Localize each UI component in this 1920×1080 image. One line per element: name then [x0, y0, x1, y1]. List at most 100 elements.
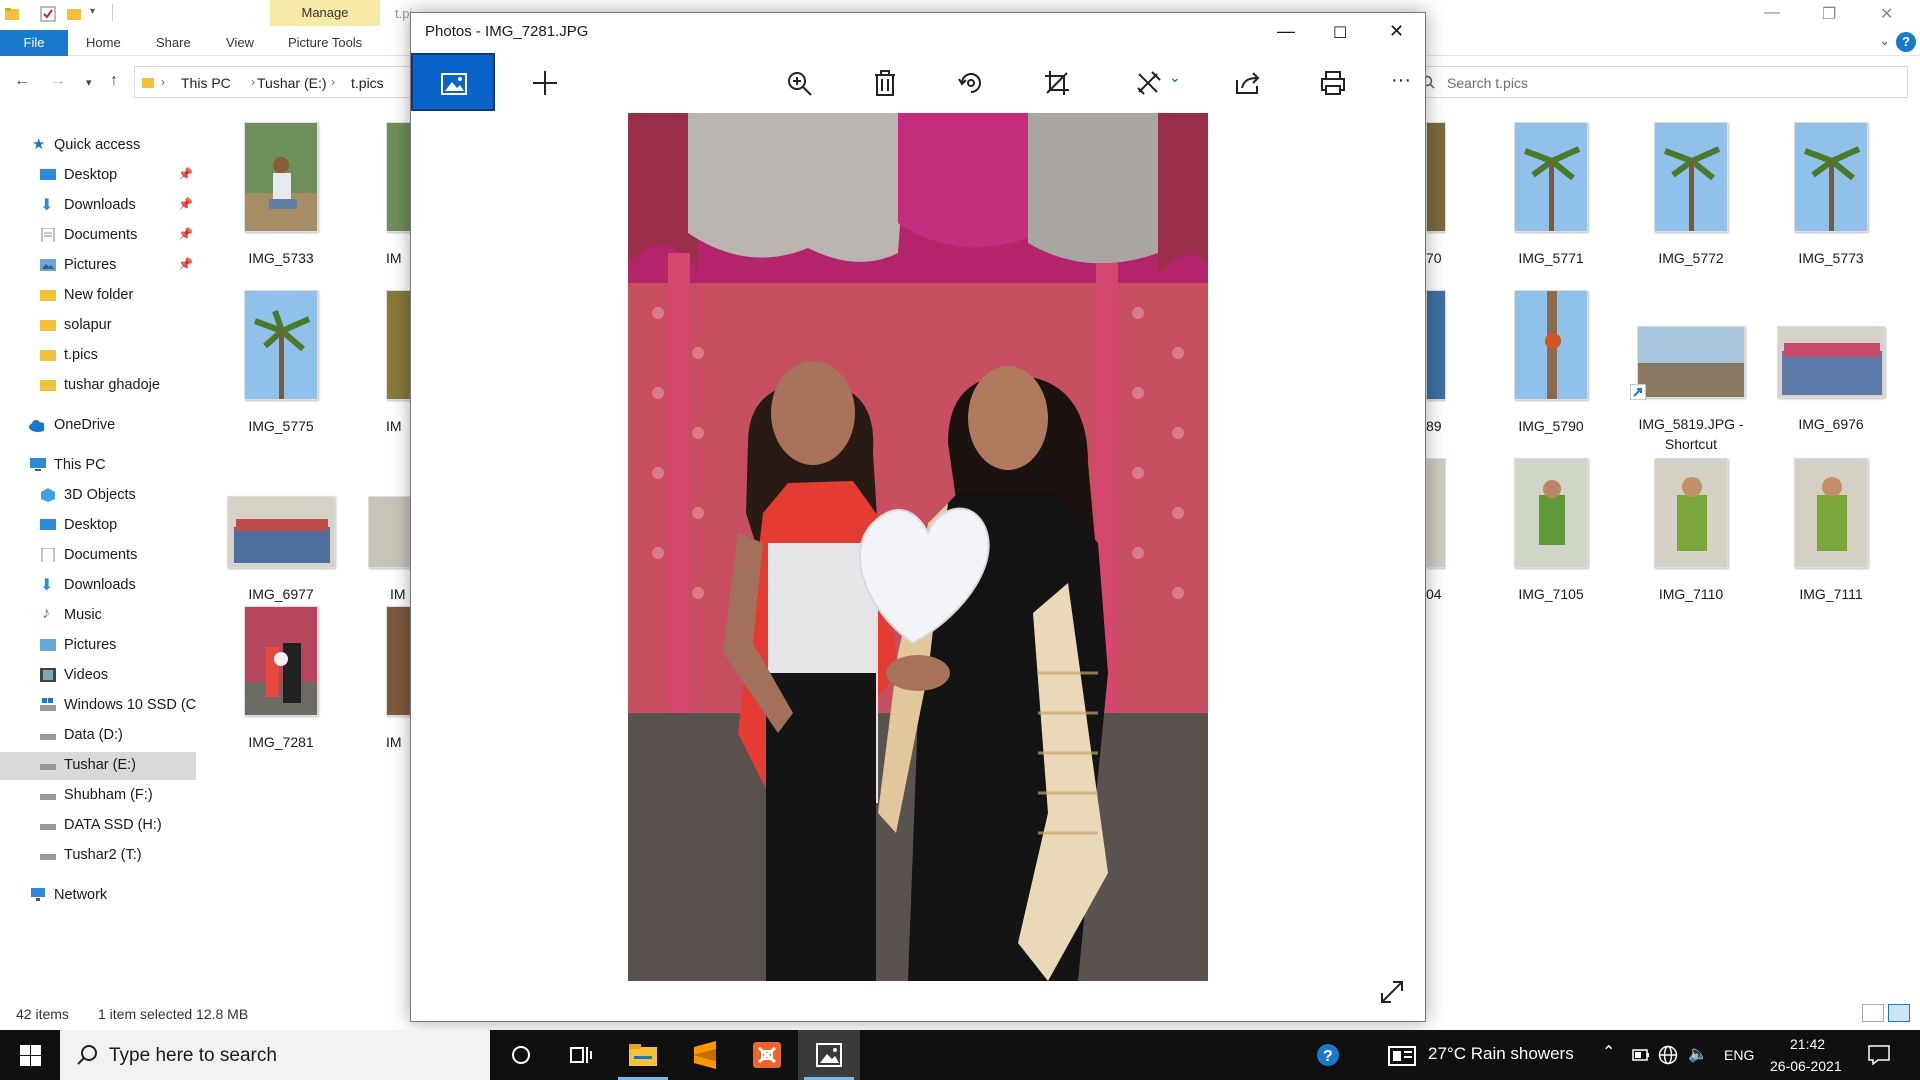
nav-new-folder[interactable]: New folder [0, 282, 196, 310]
zoom-button[interactable] [769, 53, 827, 111]
nav-pc-documents[interactable]: Documents [0, 542, 196, 570]
file-thumbnail-selected[interactable]: IMG_7281 [216, 606, 346, 752]
weather-text[interactable]: 27°C Rain showers [1428, 1044, 1574, 1064]
help-tray-icon[interactable]: ? [1314, 1043, 1344, 1069]
properties-icon[interactable] [40, 6, 56, 22]
clock-time[interactable]: 21:42 [1790, 1036, 1825, 1052]
close-icon[interactable]: ✕ [1389, 21, 1404, 42]
task-view-button[interactable] [550, 1030, 612, 1080]
fullscreen-icon[interactable] [1379, 979, 1405, 1005]
file-thumbnail[interactable]: 70 [1426, 122, 1446, 268]
file-thumbnail[interactable]: IMG_7110 [1626, 458, 1756, 604]
maximize-icon[interactable]: ☐ [1333, 23, 1347, 43]
file-thumbnail[interactable]: IMG_6976 [1766, 290, 1896, 434]
clock-date[interactable]: 26-06-2021 [1770, 1058, 1842, 1074]
forward-arrow-icon[interactable]: → [50, 72, 66, 90]
taskbar-search-box[interactable]: Type here to search [60, 1030, 490, 1080]
nav-t-pics[interactable]: t.pics [0, 342, 196, 370]
nav-drive-e[interactable]: Tushar (E:) [0, 752, 196, 780]
nav-drive-t[interactable]: Tushar2 (T:) [0, 842, 196, 870]
tab-share[interactable]: Share [150, 30, 197, 56]
language-indicator[interactable]: ENG [1724, 1047, 1754, 1063]
large-icons-view-icon[interactable] [1888, 1004, 1910, 1022]
nav-tushar-ghadoje[interactable]: tushar ghadoje [0, 372, 196, 400]
file-thumbnail[interactable]: IMG_5733 [216, 122, 346, 268]
nav-drive-d[interactable]: Data (D:) [0, 722, 196, 750]
nav-drive-h[interactable]: DATA SSD (H:) [0, 812, 196, 840]
rotate-button[interactable] [941, 53, 999, 111]
minimize-icon[interactable]: — [1764, 4, 1780, 22]
tab-file[interactable]: File [0, 30, 68, 56]
see-all-photos-button[interactable] [411, 53, 495, 111]
edit-and-create-button[interactable]: ⌄ [1119, 53, 1195, 111]
tab-picture-tools[interactable]: Picture Tools [282, 30, 368, 56]
print-button[interactable] [1303, 53, 1361, 111]
nav-network[interactable]: Network [0, 882, 196, 910]
crop-button[interactable] [1027, 53, 1085, 111]
chevron-up-icon[interactable]: ⌃ [1602, 1042, 1615, 1062]
file-thumbnail[interactable]: IMG_5819.JPG - Shortcut [1626, 290, 1756, 454]
displayed-photo[interactable] [628, 113, 1208, 981]
file-thumbnail[interactable]: 04 [1426, 458, 1446, 604]
news-interests-icon[interactable] [1388, 1046, 1416, 1066]
nav-pictures[interactable]: Pictures 📌 [0, 252, 196, 280]
close-icon[interactable]: ✕ [1880, 4, 1893, 24]
add-to-button[interactable] [515, 53, 573, 111]
file-thumbnail[interactable]: IMG_5773 [1766, 122, 1896, 268]
nav-downloads[interactable]: ⬇ Downloads 📌 [0, 192, 196, 220]
nav-onedrive[interactable]: OneDrive [0, 412, 196, 440]
file-thumbnail[interactable]: IMG_7105 [1486, 458, 1616, 604]
nav-quick-access[interactable]: ★ Quick access [0, 132, 196, 160]
start-button[interactable] [0, 1030, 60, 1080]
file-thumbnail[interactable]: IMG_5772 [1626, 122, 1756, 268]
battery-icon[interactable] [1632, 1048, 1650, 1062]
nav-documents[interactable]: Documents 📌 [0, 222, 196, 250]
tab-view[interactable]: View [220, 30, 260, 56]
new-folder-icon[interactable] [66, 6, 82, 22]
search-box[interactable]: Search t.pics [1410, 66, 1908, 98]
notifications-icon[interactable] [1868, 1045, 1890, 1065]
nav-desktop[interactable]: Desktop 📌 [0, 162, 196, 190]
help-icon[interactable]: ? [1896, 32, 1916, 52]
context-tab-manage[interactable]: Manage [270, 0, 380, 26]
sublime-text-taskbar-button[interactable] [674, 1030, 736, 1080]
recent-locations-icon[interactable]: ▾ [86, 76, 92, 89]
nav-drive-c[interactable]: Windows 10 SSD (C [0, 692, 196, 720]
volume-icon[interactable]: 🔈 [1688, 1044, 1708, 1064]
nav-pc-desktop[interactable]: Desktop [0, 512, 196, 540]
nav-solapur[interactable]: solapur [0, 312, 196, 340]
globe-network-icon[interactable] [1658, 1045, 1678, 1065]
cortana-button[interactable] [490, 1030, 552, 1080]
breadcrumb-drive[interactable]: Tushar (E:) [257, 75, 327, 91]
file-thumbnail[interactable]: IMG_5790 [1486, 290, 1616, 436]
up-arrow-icon[interactable]: ↑ [110, 72, 118, 90]
nav-videos[interactable]: Videos [0, 662, 196, 690]
file-explorer-taskbar-button[interactable] [612, 1030, 674, 1080]
file-thumbnail[interactable]: IM [368, 496, 416, 604]
nav-this-pc[interactable]: This PC [0, 452, 196, 480]
delete-button[interactable] [855, 53, 913, 111]
chevron-down-icon[interactable]: ⌄ [1879, 33, 1890, 49]
see-more-button[interactable]: ··· [1375, 53, 1423, 111]
nav-3d-objects[interactable]: 3D Objects [0, 482, 196, 510]
photos-taskbar-button[interactable] [798, 1030, 860, 1080]
folder-icon[interactable] [4, 6, 20, 22]
restore-icon[interactable]: ❐ [1822, 4, 1836, 24]
share-button[interactable] [1218, 53, 1276, 111]
tab-home[interactable]: Home [80, 30, 127, 56]
breadcrumb-folder[interactable]: t.pics [351, 75, 384, 91]
file-thumbnail[interactable]: IMG_5771 [1486, 122, 1616, 268]
file-thumbnail[interactable]: 89 [1426, 290, 1446, 436]
minimize-icon[interactable]: — [1277, 21, 1295, 42]
file-thumbnail[interactable]: IMG_5775 [216, 290, 346, 436]
nav-music[interactable]: ♪ Music [0, 602, 196, 630]
breadcrumb-this-pc[interactable]: This PC [181, 75, 231, 91]
details-view-icon[interactable] [1862, 1004, 1884, 1022]
nav-drive-f[interactable]: Shubham (F:) [0, 782, 196, 810]
customize-qat-icon[interactable]: ▾ [90, 6, 95, 17]
file-thumbnail[interactable]: IMG_7111 [1766, 458, 1896, 604]
nav-pc-pictures[interactable]: Pictures [0, 632, 196, 660]
back-arrow-icon[interactable]: ← [14, 72, 30, 90]
nav-pc-downloads[interactable]: ⬇ Downloads [0, 572, 196, 600]
file-thumbnail[interactable]: IMG_6977 [216, 496, 346, 604]
